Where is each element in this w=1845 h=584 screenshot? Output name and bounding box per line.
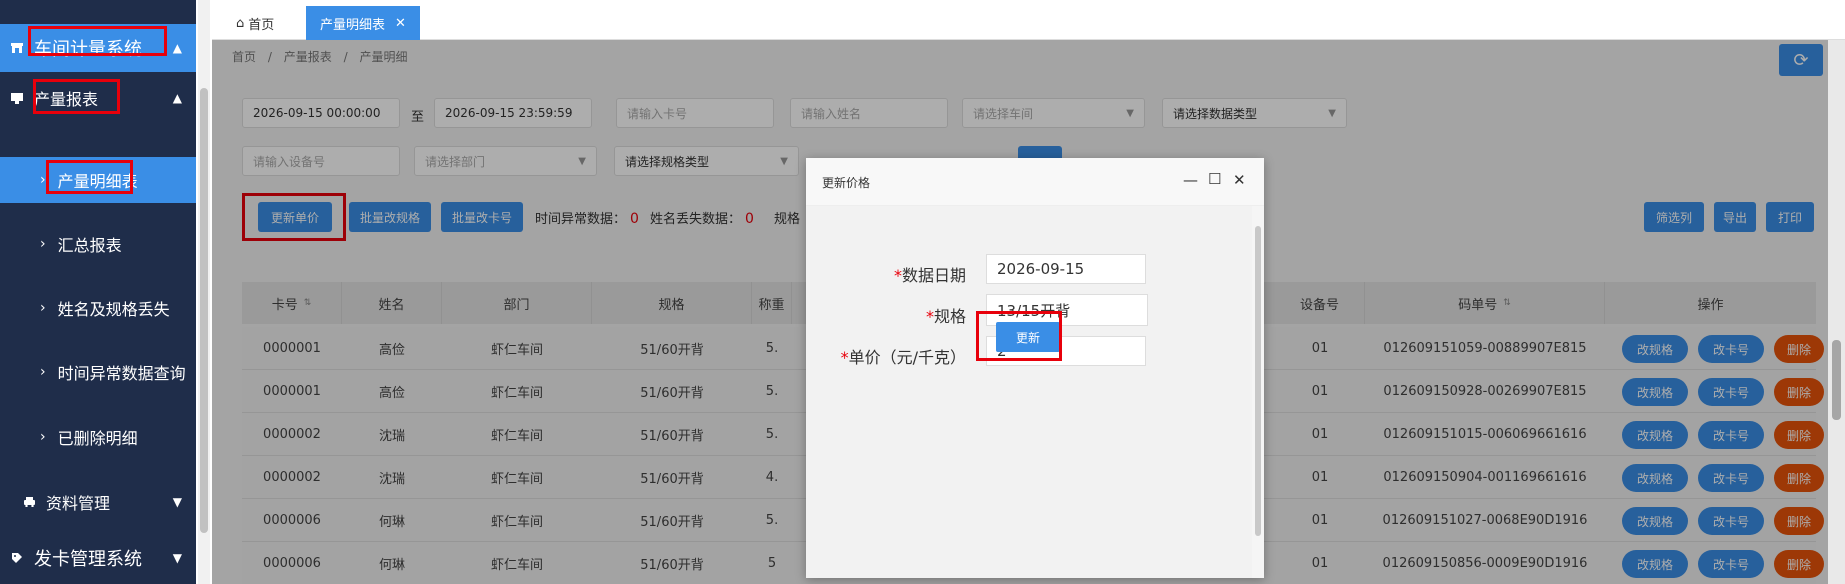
highlight-box [46, 160, 133, 194]
sidebar-group-data[interactable]: 资料管理 ▼ [0, 470, 196, 534]
maximize-icon[interactable]: ☐ [1208, 170, 1221, 188]
tab-production-detail[interactable]: 产量明细表 ✕ [306, 6, 420, 40]
chevron-right-icon: › [40, 300, 46, 316]
highlight-box [28, 26, 167, 56]
tab-bar: ⌂ 首页 产量明细表 ✕ [212, 0, 1845, 40]
dialog-scrollbar[interactable] [1252, 206, 1264, 578]
dialog-header: 更新价格 — ☐ ✕ [806, 158, 1264, 206]
car-icon [22, 495, 36, 509]
tag-icon [10, 551, 24, 565]
close-icon[interactable]: ✕ [1233, 171, 1246, 189]
sidebar-item-time-abnormal[interactable]: › 时间异常数据查询 [0, 340, 196, 404]
dialog-body: *数据日期 2026-09-15 *规格 13/15开背 *单价（元/千克） 2 [806, 206, 1264, 578]
sidebar-scrollbar[interactable] [198, 0, 210, 584]
sidebar-group-card-label: 发卡管理系统 [34, 549, 142, 570]
chevron-up-icon: ▲ [172, 41, 182, 55]
home-icon: ⌂ [236, 15, 245, 31]
sidebar: 车间计量系统 ▲ 产量报表 ▲ › 产量明细表 › 汇总报表 › 姓名及规格丢失… [0, 0, 196, 584]
sidebar-item-deleted[interactable]: › 已删除明细 [0, 405, 196, 469]
tab-active-label: 产量明细表 [320, 17, 386, 33]
required-mark: * [840, 348, 849, 367]
close-icon[interactable]: ✕ [395, 16, 406, 31]
required-mark: * [925, 307, 934, 326]
sidebar-group-data-label: 资料管理 [46, 494, 111, 513]
chevron-down-icon: ▼ [172, 551, 182, 565]
required-mark: * [893, 266, 902, 285]
price-label-text: 单价（元/千克） [848, 348, 966, 367]
spec-label-text: 规格 [933, 307, 966, 326]
chevron-right-icon: › [40, 364, 46, 380]
update-price-dialog: 更新价格 — ☐ ✕ *数据日期 2026-09-15 *规格 13/15开背 … [806, 158, 1264, 578]
chevron-up-icon: ▲ [172, 91, 182, 105]
chevron-right-icon: › [40, 429, 46, 445]
chevron-right-icon: › [40, 236, 46, 252]
minimize-icon[interactable]: — [1183, 171, 1198, 189]
page-scrollbar[interactable] [1828, 40, 1845, 584]
home-store-icon [10, 41, 24, 55]
sidebar-item-summary[interactable]: › 汇总报表 [0, 212, 196, 276]
highlight-box [976, 311, 1062, 361]
price-label: *单价（元/千克） [826, 344, 966, 368]
sidebar-item-label: 已删除明细 [57, 429, 138, 448]
sidebar-item-label: 时间异常数据查询 [57, 364, 186, 383]
sidebar-item-label: 汇总报表 [57, 236, 122, 255]
date-input[interactable]: 2026-09-15 [986, 254, 1146, 284]
chevron-down-icon: ▼ [172, 495, 182, 509]
tab-home-label: 首页 [248, 17, 275, 33]
sidebar-group-card[interactable]: 发卡管理系统 ▼ [0, 532, 196, 584]
sidebar-item-name-spec-lost[interactable]: › 姓名及规格丢失 [0, 276, 196, 340]
tab-home[interactable]: ⌂ 首页 [222, 6, 288, 40]
dialog-title: 更新价格 [822, 176, 871, 190]
date-label: *数据日期 [886, 262, 966, 286]
sidebar-item-label: 姓名及规格丢失 [57, 300, 170, 319]
date-label-text: 数据日期 [901, 266, 966, 285]
chevron-right-icon: › [40, 172, 46, 188]
spec-label: *规格 [886, 303, 966, 327]
highlight-box [33, 79, 120, 114]
monitor-icon [10, 91, 24, 105]
